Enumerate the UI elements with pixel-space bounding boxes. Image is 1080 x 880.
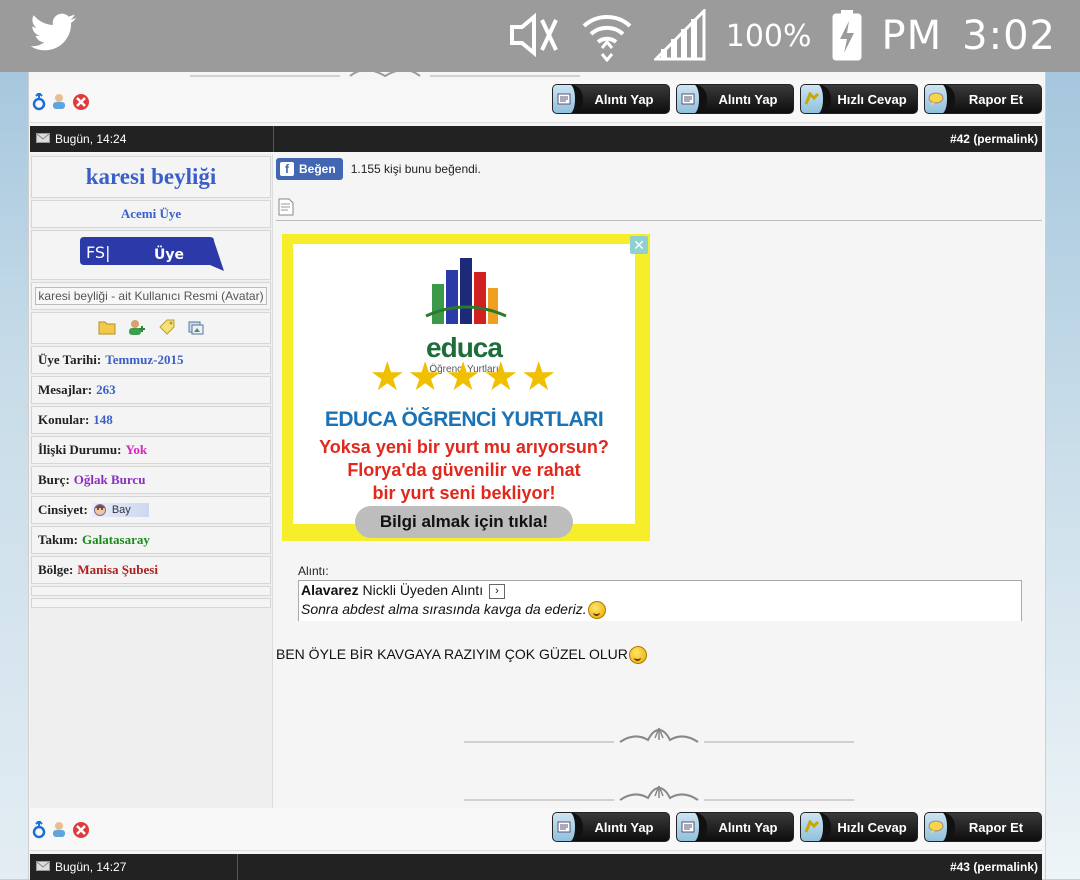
post-divider bbox=[276, 220, 1042, 221]
ad-close-icon[interactable]: ✕ bbox=[630, 236, 648, 254]
ad-title: EDUCA ÖĞRENCİ YURTLARI bbox=[324, 408, 604, 431]
smiley-icon bbox=[628, 646, 647, 665]
field-gender: Cinsiyet: Bay bbox=[31, 496, 271, 524]
post-43-header: Bugün, 14:27 #43 (permalink) bbox=[30, 854, 1042, 880]
username[interactable]: karesi beyliği bbox=[31, 156, 271, 198]
background-left bbox=[0, 0, 28, 879]
user-info-column: karesi beyliği Acemi Üye FS| Üye karesi … bbox=[30, 154, 273, 808]
ad-cta-button[interactable]: Bilgi almak için tıkla! bbox=[355, 506, 573, 538]
post-date: Bugün, 14:24 bbox=[55, 132, 127, 146]
field-relationship: İlişki Durumu: Yok bbox=[31, 436, 271, 464]
post-number[interactable]: #43 bbox=[950, 860, 970, 874]
android-status-bar: 100% PM 3:02 bbox=[0, 0, 1080, 72]
quote-icon bbox=[553, 85, 583, 113]
report-button[interactable]: Rapor Et bbox=[924, 812, 1042, 842]
report-x-icon[interactable] bbox=[72, 93, 90, 114]
wifi-icon bbox=[580, 8, 634, 65]
rank-badge-label: Üye bbox=[154, 245, 184, 263]
user-empty-row bbox=[31, 598, 271, 608]
quote-box: Alavarez Nickli Üyeden Alıntı › Sonra ab… bbox=[298, 580, 1022, 621]
fs-rank-badge-image: FS| Üye bbox=[80, 237, 224, 271]
post-42-header: Bugün, 14:24 #42 (permalink) bbox=[30, 126, 1042, 152]
quick-reply-icon bbox=[801, 813, 831, 841]
battery-percent: 100% bbox=[725, 18, 812, 54]
gender-male-icon bbox=[32, 91, 46, 114]
folder-icon[interactable] bbox=[98, 319, 116, 338]
field-region: Bölge: Manisa Şubesi bbox=[31, 556, 271, 584]
ad-text: Yoksa yeni bir yurt mu arıyorsun? Florya… bbox=[319, 437, 609, 503]
header-divider bbox=[273, 126, 274, 152]
post-date: Bugün, 14:27 bbox=[55, 860, 127, 874]
quote-author[interactable]: Alavarez bbox=[301, 582, 359, 598]
educa-buildings-logo bbox=[425, 258, 507, 324]
user-empty-row bbox=[31, 586, 271, 596]
field-team: Takım: Galatasaray bbox=[31, 526, 271, 554]
avatar[interactable]: karesi beyliği - ait Kullanıcı Resmi (Av… bbox=[31, 282, 271, 310]
signature-ornament bbox=[464, 785, 854, 801]
tag-icon[interactable] bbox=[158, 319, 176, 338]
post-content: f Beğen 1.155 kişi bunu beğendi. educa Öğ… bbox=[274, 154, 1042, 808]
multi-quote-button[interactable]: Alıntı Yap bbox=[676, 84, 794, 114]
user-action-icons bbox=[31, 312, 271, 344]
male-avatar-icon bbox=[93, 504, 106, 516]
facebook-like-button[interactable]: f Beğen bbox=[276, 158, 343, 180]
multi-quote-icon bbox=[677, 813, 707, 841]
signal-icon bbox=[652, 6, 706, 64]
permalink-link[interactable]: (permalink) bbox=[973, 860, 1038, 874]
quote-text: Sonra abdest alma sırasında kavga da ede… bbox=[301, 601, 606, 620]
header-divider bbox=[237, 854, 238, 880]
post-message: BEN ÖYLE BİR KAVGAYA RAZIYIM ÇOK GÜZEL O… bbox=[276, 646, 647, 665]
quote-button[interactable]: Alıntı Yap bbox=[552, 84, 670, 114]
post-document-icon bbox=[278, 198, 294, 219]
field-zodiac: Burç: Oğlak Burcu bbox=[31, 466, 271, 494]
envelope-icon bbox=[36, 860, 50, 874]
field-join-date: Üye Tarihi: Temmuz-2015 bbox=[31, 346, 271, 374]
smiley-icon bbox=[587, 601, 606, 620]
user-profile-icon[interactable] bbox=[51, 821, 67, 842]
add-friend-icon[interactable] bbox=[128, 318, 146, 339]
view-post-arrow-icon[interactable]: › bbox=[488, 583, 505, 599]
report-button[interactable]: Rapor Et bbox=[924, 84, 1042, 114]
educa-advertisement[interactable]: educa Öğrenci Yurtları ★★★★★ EDUCA ÖĞREN… bbox=[282, 234, 650, 541]
post-number[interactable]: #42 bbox=[950, 132, 970, 146]
quick-reply-button[interactable]: Hızlı Cevap bbox=[800, 84, 918, 114]
report-x-icon[interactable] bbox=[72, 821, 90, 842]
multi-quote-icon bbox=[677, 85, 707, 113]
gallery-icon[interactable] bbox=[188, 319, 204, 338]
user-title: Acemi Üye bbox=[31, 200, 271, 228]
field-messages: Mesajlar: 263 bbox=[31, 376, 271, 404]
like-count: 1.155 kişi bunu beğendi. bbox=[350, 162, 481, 176]
avatar-alt-text: karesi beyliği - ait Kullanıcı Resmi (Av… bbox=[35, 287, 267, 305]
quote-header: Alavarez Nickli Üyeden Alıntı › bbox=[301, 582, 505, 599]
quote-button[interactable]: Alıntı Yap bbox=[552, 812, 670, 842]
twitter-icon bbox=[30, 12, 78, 59]
quick-reply-icon bbox=[801, 85, 831, 113]
quick-reply-button[interactable]: Hızlı Cevap bbox=[800, 812, 918, 842]
signature-ornament bbox=[464, 727, 854, 743]
speech-bubble-icon bbox=[925, 85, 955, 113]
facebook-icon: f bbox=[280, 162, 294, 176]
like-bar: f Beğen 1.155 kişi bunu beğendi. bbox=[276, 158, 481, 180]
rank-badge: FS| Üye bbox=[31, 230, 271, 280]
post-41-action-bar: Alıntı Yap Alıntı Yap Hızlı Cevap Rapor … bbox=[30, 80, 1042, 123]
five-stars-rating: ★★★★★ bbox=[369, 355, 559, 399]
status-ampm: PM bbox=[881, 13, 943, 59]
status-time: 3:02 bbox=[962, 13, 1056, 59]
field-topics: Konular: 148 bbox=[31, 406, 271, 434]
quote-label: Alıntı: bbox=[298, 564, 329, 578]
multi-quote-button[interactable]: Alıntı Yap bbox=[676, 812, 794, 842]
gender-badge: Bay bbox=[91, 503, 149, 517]
envelope-icon bbox=[36, 132, 50, 146]
background-right bbox=[1044, 0, 1080, 879]
rank-badge-prefix: FS| bbox=[86, 243, 110, 262]
gender-male-icon bbox=[32, 819, 46, 842]
mute-icon bbox=[508, 12, 560, 61]
speech-bubble-icon bbox=[925, 813, 955, 841]
user-profile-icon[interactable] bbox=[51, 93, 67, 114]
ad-inner: educa Öğrenci Yurtları ★★★★★ EDUCA ÖĞREN… bbox=[293, 244, 635, 538]
post-42-action-bar: Alıntı Yap Alıntı Yap Hızlı Cevap Rapor … bbox=[30, 808, 1042, 851]
permalink-link[interactable]: (permalink) bbox=[973, 132, 1038, 146]
quote-icon bbox=[553, 813, 583, 841]
battery-charging-icon bbox=[832, 9, 862, 64]
